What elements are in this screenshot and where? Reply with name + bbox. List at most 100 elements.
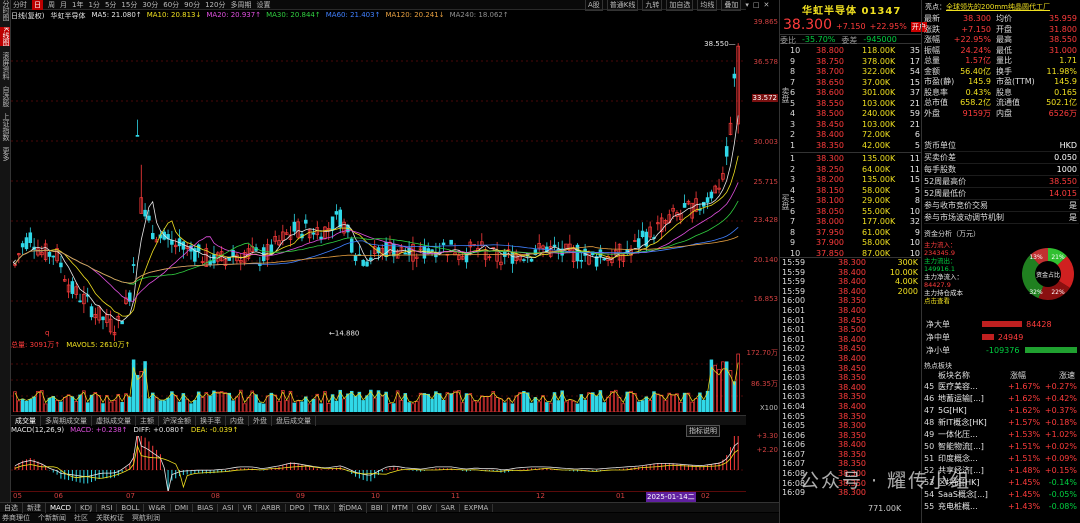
stat-value-2: 11.98%	[1046, 66, 1077, 76]
ask-row-2[interactable]: 2 38.400 72.00K 6	[790, 130, 922, 141]
ask-row-3[interactable]: 3 38.450 103.00K 21	[790, 120, 922, 131]
bid-row-2[interactable]: 2 38.250 64.00K 11	[790, 165, 922, 176]
macd-chart[interactable]	[11, 436, 746, 491]
period-tab-11[interactable]: 120分	[205, 0, 225, 10]
sector-row[interactable]: 55 充电桩概... +1.43% -0.08%	[924, 501, 1079, 513]
bottom-tab-macd[interactable]: MACD	[46, 503, 76, 512]
bottom-tab-mtm[interactable]: MTM	[388, 503, 413, 512]
bid-row-8[interactable]: 8 37.950 61.00K 9	[790, 228, 922, 239]
indicator-tab-7[interactable]: 外盘	[249, 415, 272, 426]
status-item-2[interactable]: 社区	[74, 513, 88, 523]
sector-row[interactable]: 49 一体化压... +1.53% +1.02%	[924, 429, 1079, 441]
toolbar-item-0[interactable]: A股	[585, 0, 603, 11]
ask-row-1[interactable]: 1 38.350 42.00K 5	[790, 141, 922, 152]
level: 8	[790, 67, 796, 76]
bottom-tab-vr[interactable]: VR	[239, 503, 258, 512]
period-tab-7[interactable]: 15分	[121, 0, 137, 10]
toolbar-item-3[interactable]: 加自选	[666, 0, 694, 11]
ask-row-4[interactable]: 4 38.500 240.00K 59	[790, 109, 922, 120]
indicator-tab-1[interactable]: 多周期成交量	[41, 415, 92, 426]
toolbar-item-4[interactable]: 均线	[697, 0, 718, 11]
bid-row-3[interactable]: 3 38.200 135.00K 15	[790, 175, 922, 186]
left-tool-3[interactable]: 自选股	[0, 86, 10, 107]
bid-row-7[interactable]: 7 38.000 177.00K 32	[790, 217, 922, 228]
period-tab-10[interactable]: 90分	[184, 0, 200, 10]
left-tool-4[interactable]: 上证指数	[0, 113, 10, 141]
stat-value-2: 31.800	[1049, 24, 1077, 34]
bottom-tab-dpo[interactable]: DPO	[286, 503, 310, 512]
period-tab-13[interactable]: 设置	[256, 0, 270, 10]
candlestick-chart[interactable]: 38.550— ←14.880 q	[11, 21, 746, 341]
bottom-tab-arbr[interactable]: ARBR	[257, 503, 286, 512]
volume-bar	[28, 399, 33, 412]
tick-price: 38.400	[838, 267, 866, 277]
sector-row[interactable]: 48 新IT概念[HK] +1.57% +0.18%	[924, 417, 1079, 429]
ask-row-10[interactable]: 10 38.800 118.00K 35	[790, 46, 922, 57]
left-tool-2[interactable]: 滚屏资料	[0, 52, 10, 80]
period-tab-0[interactable]: 分时	[13, 0, 27, 10]
period-tab-12[interactable]: 多周期	[230, 0, 251, 10]
ask-row-7[interactable]: 7 38.650 37.00K 15	[790, 78, 922, 89]
volume: 378.00K	[862, 56, 896, 66]
sector-row[interactable]: 46 地蓄运输[...] +1.62% +0.42%	[924, 393, 1079, 405]
indicator-tab-5[interactable]: 换手率	[196, 415, 226, 426]
bid-row-5[interactable]: 5 38.100 29.00K 8	[790, 196, 922, 207]
toolbar-item-2[interactable]: 九转	[642, 0, 663, 11]
bottom-tab-dma[interactable]: 新DMA	[335, 502, 367, 513]
ask-row-9[interactable]: 9 38.750 378.00K 17	[790, 57, 922, 68]
left-tool-1[interactable]: K线图	[0, 27, 10, 46]
sector-row[interactable]: 45 医疗美容... +1.67% +0.27%	[924, 381, 1079, 393]
ask-row-6[interactable]: 6 38.600 301.00K 37	[790, 88, 922, 99]
bottom-tab-dmi[interactable]: DMI	[171, 503, 194, 512]
bottom-tab-bias[interactable]: BIAS	[193, 503, 219, 512]
ask-row-8[interactable]: 8 38.700 322.00K 54	[790, 67, 922, 78]
indicator-tab-3[interactable]: 主额	[136, 415, 159, 426]
status-item-1[interactable]: 个新新闻	[38, 513, 66, 523]
status-item-4[interactable]: 冥航利润	[132, 513, 160, 523]
bottom-tab-boll[interactable]: BOLL	[117, 503, 145, 512]
indicator-tab-0[interactable]: 成交量	[11, 415, 41, 426]
toolbar-item-1[interactable]: 普通K线	[606, 0, 639, 11]
bid-row-6[interactable]: 6 38.050 55.00K 10	[790, 207, 922, 218]
period-tab-5[interactable]: 1分	[88, 0, 99, 10]
cost-link[interactable]: 点击查看	[924, 297, 1014, 305]
bottom-tab-bbi[interactable]: BBI	[367, 503, 388, 512]
sector-row[interactable]: 47 5G[HK] +1.62% +0.37%	[924, 405, 1079, 417]
bottom-tab-w-r[interactable]: W&R	[144, 503, 171, 512]
period-tab-3[interactable]: 月	[60, 0, 67, 10]
level: 5	[790, 196, 796, 205]
status-item-0[interactable]: 券商理位	[2, 513, 30, 523]
period-tab-9[interactable]: 60分	[163, 0, 179, 10]
scroll-left-icon[interactable]: ‹	[12, 255, 17, 269]
bid-row-9[interactable]: 9 37.900 58.00K 10	[790, 238, 922, 249]
period-tab-4[interactable]: 1年	[72, 0, 83, 10]
bottom-tab-sar[interactable]: SAR	[437, 503, 461, 512]
status-item-3[interactable]: 关联权证	[96, 513, 124, 523]
period-tab-2[interactable]: 周	[48, 0, 55, 10]
ask-row-5[interactable]: 5 38.550 103.00K 21	[790, 99, 922, 110]
bottom-tab-rsi[interactable]: RSI	[97, 503, 118, 512]
bid-row-1[interactable]: 1 38.300 135.00K 11	[790, 154, 922, 165]
toolbar-item-5[interactable]: 叠加	[721, 0, 742, 11]
indicator-tab-4[interactable]: 沪深金额	[159, 415, 196, 426]
indicator-tab-2[interactable]: 虚拟成交量	[92, 415, 136, 426]
period-tab-6[interactable]: 5分	[105, 0, 116, 10]
bottom-tab-obv[interactable]: OBV	[413, 503, 437, 512]
indicator-tab-6[interactable]: 内盘	[226, 415, 249, 426]
bid-row-4[interactable]: 4 38.150 58.00K 5	[790, 186, 922, 197]
bottom-tab-trix[interactable]: TRIX	[310, 503, 335, 512]
left-tool-0[interactable]: 分时图	[0, 0, 10, 21]
indicator-tab-8[interactable]: 盘后成交量	[272, 415, 316, 426]
sector-row[interactable]: 51 印度概念... +1.51% +0.09%	[924, 453, 1079, 465]
bottom-tab-x[interactable]: 新建	[23, 502, 46, 513]
volume-chart[interactable]	[11, 348, 746, 412]
bottom-tab-expma[interactable]: EXPMA	[460, 503, 494, 512]
bottom-tab-x[interactable]: 自选	[0, 502, 23, 513]
bottom-tab-kdj[interactable]: KDJ	[76, 503, 98, 512]
bottom-tab-asi[interactable]: ASI	[218, 503, 239, 512]
news-link[interactable]: 全球领先的200mm纯晶圆代工厂	[946, 3, 1050, 11]
sector-row[interactable]: 50 智能物流[...] +1.51% +0.02%	[924, 441, 1079, 453]
period-tab-8[interactable]: 30分	[142, 0, 158, 10]
period-tab-1[interactable]: 日	[32, 0, 43, 10]
left-tool-5[interactable]: 更多	[0, 147, 10, 161]
